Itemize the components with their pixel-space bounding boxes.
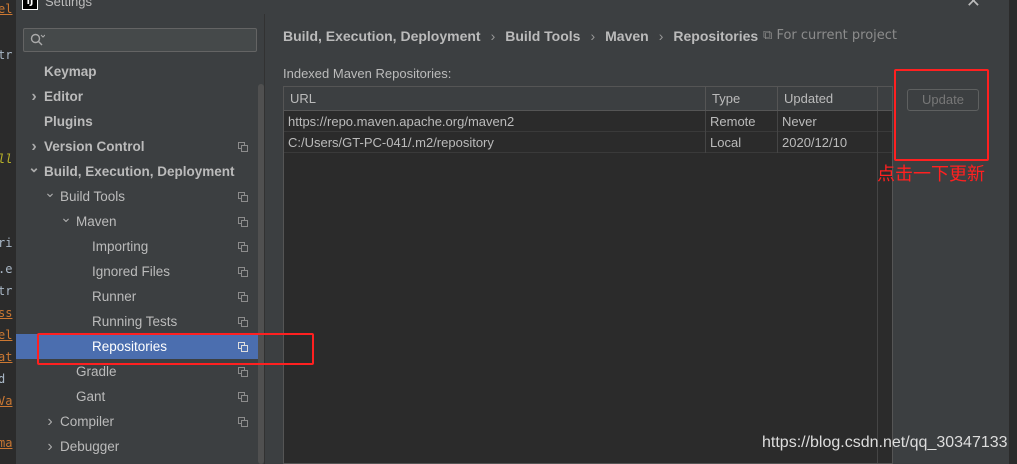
column-header-updated[interactable]: Updated bbox=[778, 87, 878, 110]
sidebar-item-label: Debugger bbox=[60, 439, 120, 454]
table-row[interactable]: C:/Users/GT-PC-041/.m2/repository Local … bbox=[284, 132, 892, 153]
editor-code-fragment: at bbox=[0, 350, 13, 364]
sidebar-item-label: Gant bbox=[76, 389, 106, 404]
repositories-table[interactable]: URL Type Updated https://repo.maven.apac… bbox=[283, 86, 893, 464]
sidebar-item-label: Version Control bbox=[44, 139, 145, 154]
sidebar-item-label: Editor bbox=[44, 89, 83, 104]
chevron-right-icon[interactable]: › bbox=[28, 84, 40, 109]
sidebar-item-version-control[interactable]: › Version Control bbox=[16, 134, 264, 159]
intellij-app-icon: IJ bbox=[22, 0, 38, 10]
project-scope-icon bbox=[238, 192, 248, 202]
table-cell-type: Remote bbox=[706, 111, 778, 132]
search-icon bbox=[30, 33, 45, 46]
sidebar-item-label: Importing bbox=[92, 239, 149, 254]
watermark: https://blog.csdn.net/qq_30347133 bbox=[762, 434, 1008, 451]
table-cell-type: Local bbox=[706, 132, 778, 153]
table-cell-url: C:/Users/GT-PC-041/.m2/repository bbox=[284, 132, 706, 153]
sidebar-item-build-tools[interactable]: ⌄ Build Tools bbox=[16, 184, 264, 209]
title-bar: IJ Settings ✕ bbox=[16, 0, 1009, 14]
settings-dialog: IJ Settings ✕ Keymap › Editor Plugins › Versi… bbox=[16, 0, 1009, 464]
sidebar-item-label: Keymap bbox=[44, 64, 97, 79]
editor-code-fragment: ri bbox=[0, 236, 13, 250]
chevron-down-icon[interactable]: ⌄ bbox=[44, 180, 56, 205]
editor-code-fragment: Va bbox=[0, 394, 13, 408]
chevron-right-icon: › bbox=[490, 28, 496, 44]
project-scope-icon bbox=[238, 267, 248, 277]
sidebar-item-compiler[interactable]: › Compiler bbox=[16, 409, 264, 434]
annotation-box-repositories bbox=[37, 333, 314, 365]
sidebar-item-plugins[interactable]: Plugins bbox=[16, 109, 264, 134]
breadcrumb: Build, Execution, Deployment › Build Tools… bbox=[283, 26, 758, 46]
settings-search-input[interactable] bbox=[48, 31, 248, 49]
column-header-type[interactable]: Type bbox=[706, 87, 778, 110]
chevron-down-icon[interactable]: ⌄ bbox=[28, 155, 40, 180]
chevron-down-icon[interactable]: ⌄ bbox=[60, 205, 72, 230]
sidebar-item-keymap[interactable]: Keymap bbox=[16, 59, 264, 84]
breadcrumb-item: Maven bbox=[605, 28, 649, 44]
sidebar-item-label: Build, Execution, Deployment bbox=[44, 164, 235, 179]
editor-code-fragment: ll bbox=[0, 152, 13, 166]
sidebar-item-label: Compiler bbox=[60, 414, 115, 429]
sidebar-item-label: Plugins bbox=[44, 114, 93, 129]
editor-code-fragment: ma bbox=[0, 436, 13, 450]
project-scope-icon bbox=[238, 317, 248, 327]
sidebar-item-label: Running Tests bbox=[92, 314, 178, 329]
project-scope-icon bbox=[238, 292, 248, 302]
breadcrumb-item: Build Tools bbox=[505, 28, 581, 44]
sidebar-item-label: Maven bbox=[76, 214, 117, 229]
project-scope-icon bbox=[238, 367, 248, 377]
background-editor-strip: el tr ll ri .e tr ss el at d Va ma bbox=[0, 0, 16, 464]
editor-code-fragment: tr bbox=[0, 48, 13, 62]
project-scope-icon bbox=[238, 242, 248, 252]
table-cell-url: https://repo.maven.apache.org/maven2 bbox=[284, 111, 706, 132]
sidebar-item-runner[interactable]: Runner bbox=[16, 284, 264, 309]
annotation-box-update bbox=[894, 69, 989, 161]
sidebar-item-label: Runner bbox=[92, 289, 137, 304]
sidebar-item-label: Ignored Files bbox=[92, 264, 171, 279]
window-title: Settings bbox=[45, 0, 92, 9]
editor-code-fragment: ss bbox=[0, 306, 13, 320]
scope-note-text: For current project bbox=[776, 28, 898, 43]
indexed-repos-label: Indexed Maven Repositories: bbox=[283, 66, 452, 81]
editor-code-fragment: tr bbox=[0, 284, 13, 298]
chevron-right-icon[interactable]: › bbox=[44, 434, 56, 459]
chevron-right-icon: › bbox=[658, 28, 664, 44]
column-header-url[interactable]: URL bbox=[284, 87, 706, 110]
project-scope-icon: ⧉ bbox=[763, 28, 773, 43]
editor-code-fragment: .e bbox=[0, 262, 13, 276]
project-scope-icon bbox=[238, 142, 248, 152]
table-cell-updated: Never bbox=[778, 111, 878, 132]
sidebar-item-ignored-files[interactable]: Ignored Files bbox=[16, 259, 264, 284]
sidebar-item-maven[interactable]: ⌄ Maven bbox=[16, 209, 264, 234]
breadcrumb-item: Build, Execution, Deployment bbox=[283, 28, 481, 44]
scope-note: ⧉ For current project bbox=[763, 26, 897, 46]
close-icon[interactable]: ✕ bbox=[966, 0, 981, 12]
editor-code-fragment: el bbox=[0, 328, 13, 342]
editor-code-fragment: d bbox=[0, 372, 6, 386]
project-scope-icon bbox=[238, 217, 248, 227]
annotation-note: 点击一下更新 bbox=[877, 164, 985, 185]
chevron-right-icon[interactable]: › bbox=[44, 409, 56, 434]
sidebar-item-debugger[interactable]: › Debugger bbox=[16, 434, 264, 459]
table-header: URL Type Updated bbox=[284, 87, 892, 111]
breadcrumb-item: Repositories bbox=[673, 28, 759, 44]
sidebar-item-gant[interactable]: Gant bbox=[16, 384, 264, 409]
table-row[interactable]: https://repo.maven.apache.org/maven2 Rem… bbox=[284, 111, 892, 132]
table-cell-updated: 2020/12/10 bbox=[778, 132, 878, 153]
sidebar-item-editor[interactable]: › Editor bbox=[16, 84, 264, 109]
editor-code-fragment: el bbox=[0, 2, 13, 16]
settings-sidebar: Keymap › Editor Plugins › Version Control ⌄ Bui… bbox=[16, 14, 264, 464]
settings-search-box[interactable] bbox=[23, 28, 257, 52]
sidebar-item-importing[interactable]: Importing bbox=[16, 234, 264, 259]
sidebar-item-running-tests[interactable]: Running Tests bbox=[16, 309, 264, 334]
project-scope-icon bbox=[238, 392, 248, 402]
project-scope-icon bbox=[238, 417, 248, 427]
chevron-right-icon: › bbox=[590, 28, 596, 44]
